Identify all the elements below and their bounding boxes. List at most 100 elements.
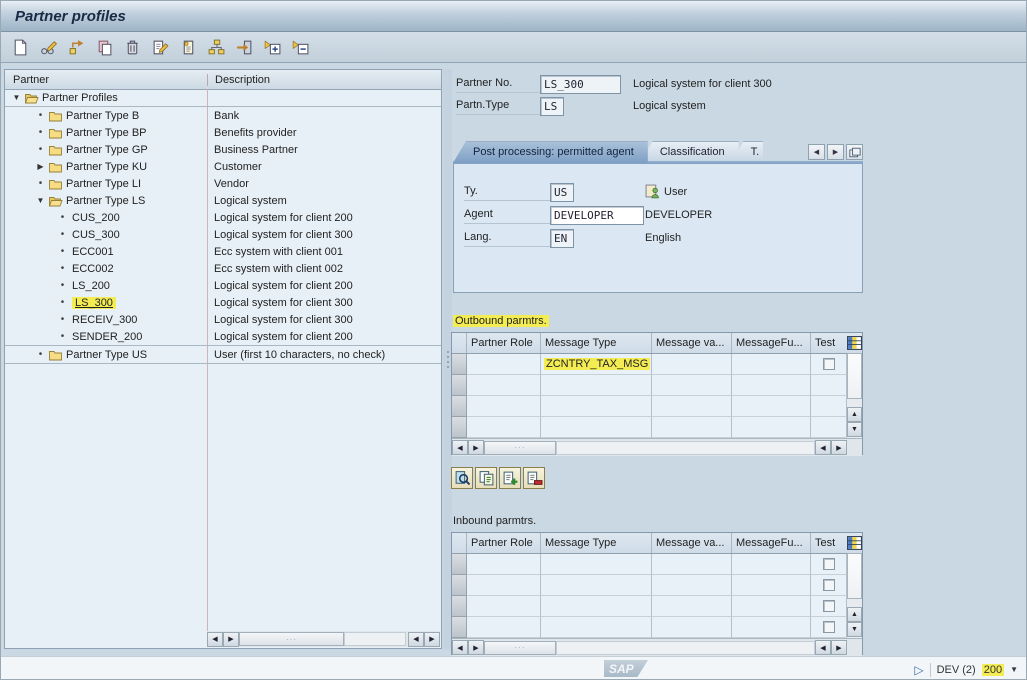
inbound-cell-test[interactable] [811,575,847,596]
inbound-col-messagefu[interactable]: MessageFu... [732,533,811,553]
outbound-cell-partner-role[interactable] [467,417,541,438]
outbound-row-selector[interactable] [452,417,467,438]
agent-field[interactable] [550,206,644,225]
inbound-cell-messagefu[interactable] [732,596,811,617]
inbound-cell-message-va[interactable] [652,617,732,638]
collapse-node-icon[interactable]: ▼ [11,93,22,102]
scroll-down-icon[interactable]: ▼ [847,422,862,437]
outbound-cell-messagefu[interactable] [732,417,811,438]
inbound-cell-partner-role[interactable] [467,554,541,575]
tree-row-ecc001[interactable]: •ECC001Ecc system with client 001 [5,243,441,260]
outbound-col-message-va[interactable]: Message va... [652,333,732,353]
scrollbar-thumb[interactable]: ··· [239,632,344,646]
inbound-row[interactable] [452,596,862,617]
tab-classification[interactable]: Classification [640,141,739,163]
tree-row-partner-type-bp[interactable]: •Partner Type BPBenefits provider [5,124,441,141]
tree-row-partner-type-ku[interactable]: ▶Partner Type KUCustomer [5,158,441,175]
agent-type-field[interactable] [550,183,574,202]
tree-row-partner-type-li[interactable]: •Partner Type LIVendor [5,175,441,192]
inbound-cell-messagefu[interactable] [732,575,811,596]
outbound-cell-message-va[interactable] [652,375,732,396]
expand-node-icon[interactable]: ▶ [35,162,46,171]
inbound-col-partner-role[interactable]: Partner Role [467,533,541,553]
outbound-col-test[interactable]: Test [811,333,847,353]
scroll-up-icon[interactable]: ▲ [847,607,862,622]
scroll-right-icon[interactable]: ▶ [424,632,440,647]
outbound-cell-message-type[interactable] [541,396,652,417]
outbound-cell-partner-role[interactable] [467,396,541,417]
outbound-horizontal-scrollbar[interactable]: ◀▶···◀▶ [452,438,862,456]
partner-type-field[interactable] [540,97,564,116]
outbound-hscroll-thumb[interactable]: ··· [484,441,556,455]
outbound-cell-messagefu[interactable] [732,354,811,375]
outbound-cell-test[interactable] [811,354,847,375]
inbound-test-checkbox[interactable] [823,621,835,633]
tree-row-partner-type-gp[interactable]: •Partner Type GPBusiness Partner [5,141,441,158]
tree-row-partner-type-ls[interactable]: ▼Partner Type LSLogical system [5,192,441,209]
outbound-row[interactable]: ZCNTRY_TAX_MSG [452,354,862,375]
outbound-cell-partner-role[interactable] [467,375,541,396]
scroll-left-icon[interactable]: ◀ [207,632,223,647]
scroll-right-icon[interactable]: ▶ [831,640,847,655]
inbound-vscroll-thumb[interactable] [847,553,862,599]
outbound-row[interactable] [452,375,862,396]
create-icon[interactable] [11,38,30,57]
inbound-cell-test[interactable] [811,596,847,617]
outbound-row[interactable] [452,396,862,417]
inbound-horizontal-scrollbar[interactable]: ◀▶···◀▶ [452,638,862,656]
inbound-col-message-va[interactable]: Message va... [652,533,732,553]
inbound-cell-partner-role[interactable] [467,575,541,596]
display-button[interactable] [451,467,473,489]
status-dropdown-icon[interactable]: ▼ [1010,665,1018,674]
inbound-cell-test[interactable] [811,617,847,638]
scroll-down-icon[interactable]: ▼ [847,622,862,637]
copy-icon[interactable] [95,38,114,57]
table-settings-icon[interactable] [847,336,862,351]
outbound-cell-test[interactable] [811,417,847,438]
outbound-cell-message-va[interactable] [652,417,732,438]
outbound-cell-test[interactable] [811,375,847,396]
outbound-row-selector[interactable] [452,354,467,375]
insert-line-button[interactable] [499,467,521,489]
inbound-test-checkbox[interactable] [823,600,835,612]
inbound-cell-test[interactable] [811,554,847,575]
outbound-cell-test[interactable] [811,396,847,417]
outbound-cell-messagefu[interactable] [732,375,811,396]
tree-row-cus-300[interactable]: •CUS_300Logical system for client 300 [5,226,441,243]
outbound-cell-message-type[interactable] [541,375,652,396]
tab-scroll-right-icon[interactable]: ▶ [827,144,844,160]
inbound-cell-messagefu[interactable] [732,554,811,575]
outbound-cell-message-va[interactable] [652,354,732,375]
inbound-cell-message-type[interactable] [541,575,652,596]
inbound-cell-message-type[interactable] [541,554,652,575]
inbound-row[interactable] [452,617,862,638]
scroll-left-icon[interactable]: ◀ [452,440,468,455]
tree-row-partner-type-b[interactable]: •Partner Type BBank [5,107,441,124]
scroll-up-icon[interactable]: ▲ [847,407,862,422]
outbound-row-selector[interactable] [452,375,467,396]
tree-row-sender-200[interactable]: •SENDER_200Logical system for client 200 [5,328,441,346]
outbound-vertical-scrollbar[interactable]: ▲▼ [847,353,862,437]
scroll-right-icon[interactable]: ▶ [468,640,484,655]
inbound-cell-message-va[interactable] [652,596,732,617]
inbound-cell-message-type[interactable] [541,617,652,638]
delete-icon[interactable] [123,38,142,57]
inbound-col-message-type[interactable]: Message Type [541,533,652,553]
scroll-left-icon[interactable]: ◀ [408,632,424,647]
inbound-cell-message-type[interactable] [541,596,652,617]
inbound-row-selector[interactable] [452,617,467,638]
outbound-vscroll-thumb[interactable] [847,353,862,399]
outbound-col-message-type[interactable]: Message Type [541,333,652,353]
scroll-left-icon[interactable]: ◀ [815,640,831,655]
tab-scroll-left-icon[interactable]: ◀ [808,144,825,160]
copy-as-icon[interactable] [67,38,86,57]
inbound-test-checkbox[interactable] [823,558,835,570]
goto-icon[interactable] [235,38,254,57]
tree-row-cus-200[interactable]: •CUS_200Logical system for client 200 [5,209,441,226]
inbound-col-test[interactable]: Test [811,533,847,553]
scroll-right-icon[interactable]: ▶ [831,440,847,455]
hierarchy-icon[interactable] [207,38,226,57]
inbound-hscroll-thumb[interactable]: ··· [484,641,556,655]
change-icon[interactable] [39,38,58,57]
check-icon[interactable] [151,38,170,57]
